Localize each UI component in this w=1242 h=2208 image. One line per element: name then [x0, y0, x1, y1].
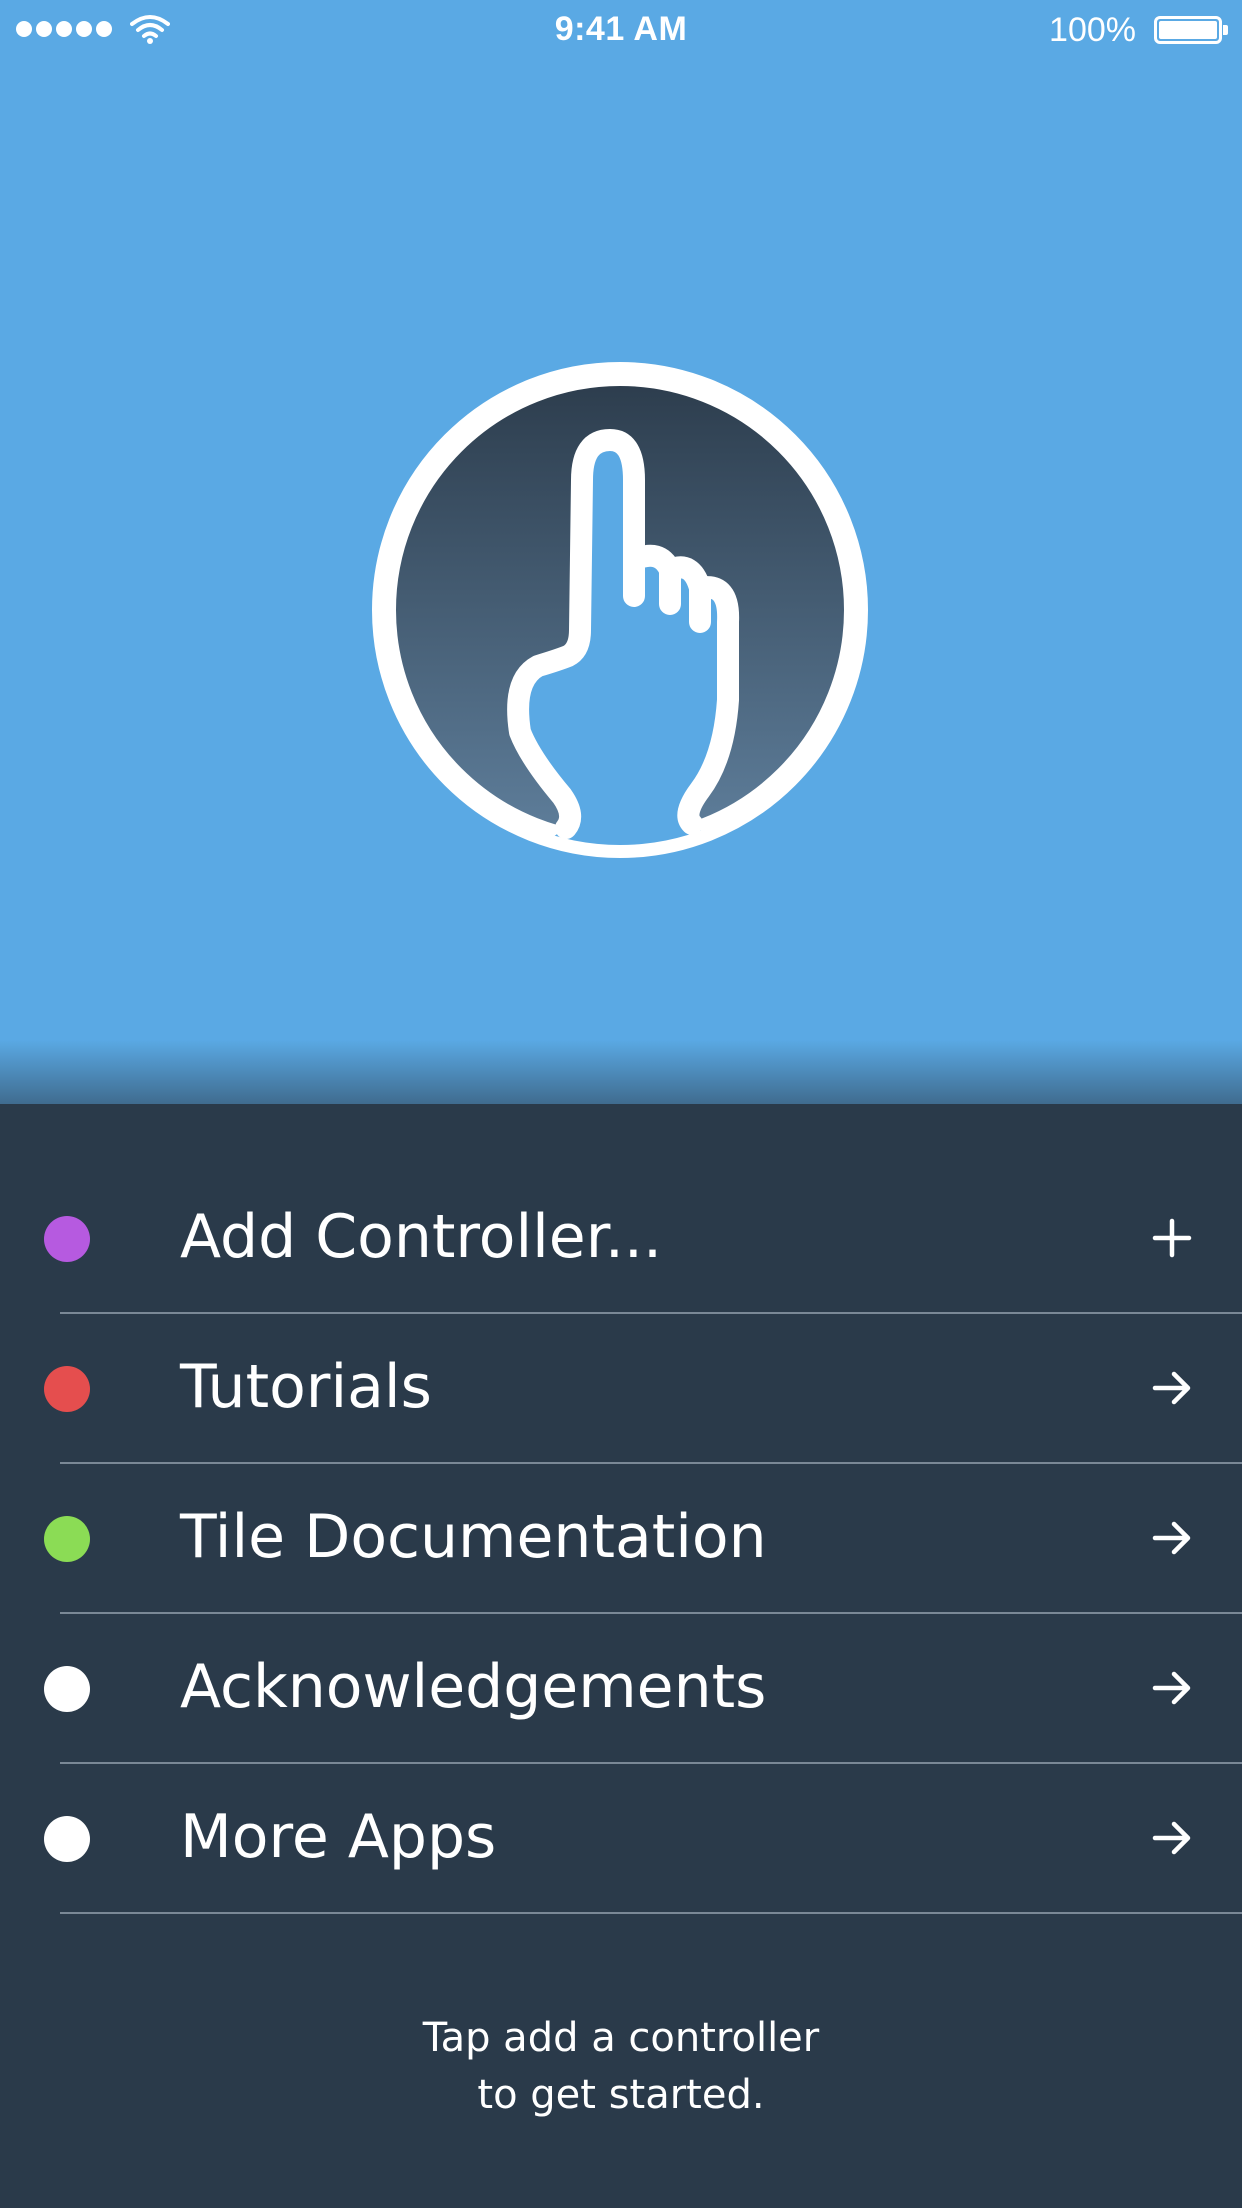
menu-item-add-controller[interactable]: Add Controller...: [0, 1164, 1242, 1314]
menu-item-label: Add Controller...: [180, 1202, 663, 1272]
red-dot-icon: [44, 1366, 90, 1412]
plus-icon: [1152, 1218, 1192, 1258]
arrow-right-icon: [1152, 1371, 1191, 1405]
battery-percent: 100%: [1049, 11, 1136, 49]
hint-line-2: to get started.: [477, 2072, 765, 2118]
hint-text: Tap add a controller to get started.: [0, 2010, 1242, 2124]
divider: [60, 1912, 1242, 1914]
home-screen: 9:41 AM 100% Add Controller... Tutorials…: [0, 0, 1242, 2208]
menu-item-more-apps[interactable]: More Apps: [0, 1764, 1242, 1914]
menu-item-acknowledgements[interactable]: Acknowledgements: [0, 1614, 1242, 1764]
battery-icon: [1154, 16, 1222, 44]
main-menu: Add Controller... Tutorials Tile Documen…: [0, 1164, 1242, 1914]
menu-item-tutorials[interactable]: Tutorials: [0, 1314, 1242, 1464]
hint-line-1: Tap add a controller: [422, 2015, 820, 2061]
battery-tip: [1223, 25, 1228, 35]
arrow-right-icon: [1152, 1671, 1191, 1705]
white-dot-icon: [44, 1666, 90, 1712]
menu-item-label: Acknowledgements: [180, 1652, 767, 1722]
status-bar: 9:41 AM 100%: [0, 0, 1242, 60]
menu-item-tile-documentation[interactable]: Tile Documentation: [0, 1464, 1242, 1614]
arrow-right-icon: [1152, 1521, 1191, 1555]
purple-dot-icon: [44, 1216, 90, 1262]
menu-item-label: More Apps: [180, 1802, 497, 1872]
pointing-hand-icon: [372, 362, 868, 858]
white-dot-icon: [44, 1816, 90, 1862]
arrow-right-icon: [1152, 1821, 1191, 1855]
hero-shadow: [0, 1040, 1242, 1104]
green-dot-icon: [44, 1516, 90, 1562]
menu-item-label: Tile Documentation: [180, 1502, 767, 1572]
menu-item-label: Tutorials: [180, 1352, 432, 1422]
